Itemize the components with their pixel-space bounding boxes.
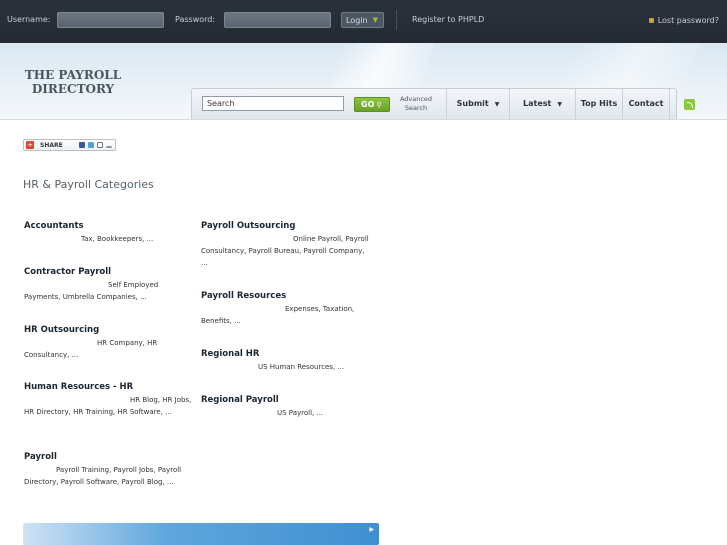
register-link[interactable]: Register to PHPLD <box>412 15 484 24</box>
chevron-down-icon: ▼ <box>372 16 378 24</box>
subcategory-links[interactable]: Payroll Training, Payroll Jobs, Payroll … <box>24 464 196 488</box>
subcategory-links[interactable]: Online Payroll, Payroll Consultancy, Pay… <box>201 233 373 269</box>
chevron-down-icon: ▼ <box>557 101 562 108</box>
page-title: HR & Payroll Categories <box>23 178 154 191</box>
category-link-payroll[interactable]: Payroll <box>24 452 196 462</box>
share-button[interactable]: + SHARE <box>23 139 116 151</box>
ad-banner[interactable]: ▶ <box>23 523 379 545</box>
category-link-payroll-resources[interactable]: Payroll Resources <box>201 291 373 301</box>
nav-latest[interactable]: Latest ▼ <box>509 89 575 119</box>
category-item: Human Resources - HR HR Blog, HR Jobs, H… <box>24 382 196 418</box>
close-icon[interactable]: ▶ <box>369 526 374 533</box>
category-link-hr-outsourcing[interactable]: HR Outsourcing <box>24 325 196 335</box>
go-label: GO <box>361 100 375 109</box>
subcategory-links[interactable]: US Human Resources, ... <box>201 361 373 373</box>
category-item: Payroll Resources Expenses, Taxation, Be… <box>201 291 373 327</box>
username-input[interactable] <box>57 12 164 28</box>
category-link-regional-hr[interactable]: Regional HR <box>201 349 373 359</box>
nav-contact-label: Contact <box>628 99 664 108</box>
category-link-contractor-payroll[interactable]: Contractor Payroll <box>24 267 196 277</box>
lost-password-link[interactable]: Lost password? <box>648 16 719 25</box>
rss-icon[interactable] <box>684 99 695 110</box>
twitter-icon <box>88 142 94 148</box>
logo-line-2: DIRECTORY <box>31 82 115 96</box>
site-header: THE PAYROLL DIRECTORY Search GO ⚲ Advance… <box>0 43 727 119</box>
search-input[interactable]: Search <box>202 96 344 111</box>
nav-submit-label: Submit <box>456 99 489 108</box>
nav-top-hits-label: Top Hits <box>580 99 618 108</box>
subcategory-links[interactable]: HR Company, HR Consultancy, ... <box>24 337 196 361</box>
divider <box>396 10 397 30</box>
main-nav: Search GO ⚲ Advanced Search Submit ▼ Lates… <box>191 88 677 119</box>
subcategory-links[interactable]: US Payroll, ... <box>201 407 373 419</box>
subcategory-links[interactable]: Expenses, Taxation, Benefits, ... <box>201 303 373 327</box>
password-input[interactable] <box>224 12 331 28</box>
search-icon: ⚲ <box>376 101 382 109</box>
category-link-human-resources[interactable]: Human Resources - HR <box>24 382 196 392</box>
subcategory-links[interactable]: Self Employed Payments, Umbrella Compani… <box>24 279 196 303</box>
lost-password-label: Lost password? <box>657 16 719 25</box>
login-button[interactable]: Login ▼ <box>341 12 384 28</box>
password-label: Password: <box>175 15 216 24</box>
nav-submit[interactable]: Submit ▼ <box>446 89 509 119</box>
category-item: Payroll Outsourcing Online Payroll, Payr… <box>201 221 373 269</box>
subcategory-links[interactable]: HR Blog, HR Jobs, HR Directory, HR Train… <box>24 394 196 418</box>
facebook-icon <box>79 142 85 148</box>
nav-contact[interactable]: Contact <box>622 89 670 119</box>
email-icon <box>97 142 103 148</box>
login-label: Login <box>346 16 368 25</box>
go-button[interactable]: GO ⚲ <box>354 97 390 112</box>
advanced-label: Advanced <box>399 95 433 103</box>
more-icon <box>106 146 112 148</box>
category-link-regional-payroll[interactable]: Regional Payroll <box>201 395 373 405</box>
category-item: Contractor Payroll Self Employed Payment… <box>24 267 196 303</box>
logo-line-1: THE PAYROLL <box>24 68 122 82</box>
lock-icon <box>648 18 654 23</box>
category-item: Regional Payroll US Payroll, ... <box>201 395 373 419</box>
category-link-accountants[interactable]: Accountants <box>24 221 196 231</box>
category-item: Accountants Tax, Bookkeepers, ... <box>24 221 196 245</box>
category-item: Payroll Payroll Training, Payroll Jobs, … <box>24 452 196 488</box>
nav-latest-label: Latest <box>523 99 552 108</box>
category-item: HR Outsourcing HR Company, HR Consultanc… <box>24 325 196 361</box>
username-label: Username: <box>7 15 51 24</box>
advanced-search-label: Search <box>404 104 428 112</box>
chevron-down-icon: ▼ <box>494 101 500 108</box>
share-label: SHARE <box>40 142 63 149</box>
category-link-payroll-outsourcing[interactable]: Payroll Outsourcing <box>201 221 373 231</box>
category-item: Regional HR US Human Resources, ... <box>201 349 373 373</box>
nav-top-hits[interactable]: Top Hits <box>575 89 622 119</box>
plus-icon: + <box>26 141 34 149</box>
advanced-search-link[interactable]: Advanced Search <box>398 95 434 113</box>
login-bar: Username: Password: Login ▼ Register to … <box>0 0 727 43</box>
subcategory-links[interactable]: Tax, Bookkeepers, ... <box>24 233 196 245</box>
site-logo[interactable]: THE PAYROLL DIRECTORY <box>18 68 128 96</box>
